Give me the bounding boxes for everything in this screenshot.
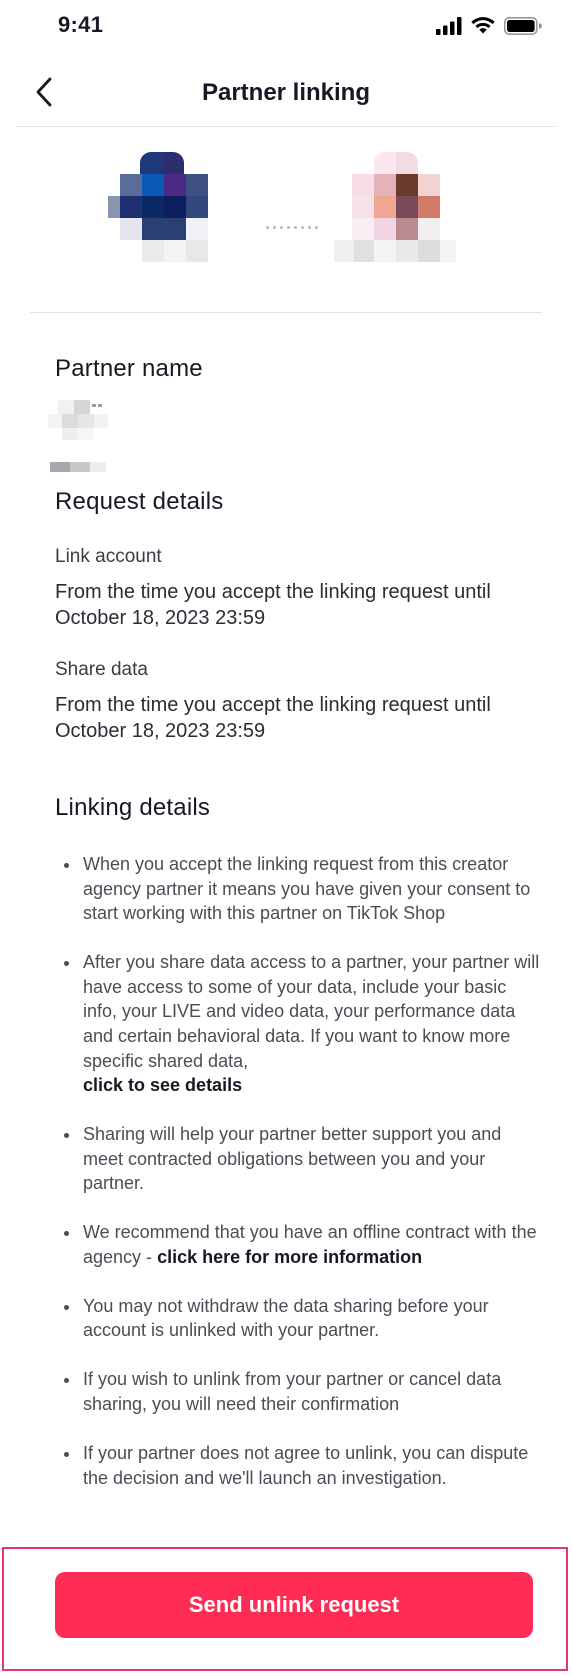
list-item: When you accept the linking request from… — [62, 852, 540, 926]
list-item: After you share data access to a partner… — [62, 950, 540, 1098]
share-data-text: From the time you accept the linking req… — [55, 694, 491, 742]
list-item: If your partner does not agree to unlink… — [62, 1441, 540, 1490]
battery-icon — [504, 16, 542, 35]
request-details-heading: Request details — [55, 488, 224, 515]
partner-avatar — [334, 152, 472, 262]
page-title: Partner linking — [201, 79, 371, 106]
status-icons — [436, 16, 542, 35]
share-data-label: Share data — [55, 659, 148, 680]
link-account-text: From the time you accept the linking req… — [55, 581, 491, 629]
partner-name-heading: Partner name — [55, 355, 203, 382]
list-item: You may not withdraw the data sharing be… — [62, 1294, 540, 1343]
status-time: 9:41 — [58, 12, 104, 37]
list-item: If you wish to unlink from your partner … — [62, 1367, 540, 1416]
linking-details-heading: Linking details — [55, 794, 211, 821]
list-item: Sharing will help your partner better su… — [62, 1122, 540, 1196]
see-details-link[interactable]: click to see details — [83, 1075, 242, 1095]
status-bar: 9:41 — [0, 0, 572, 52]
linking-details-list: When you accept the linking request from… — [62, 852, 540, 1515]
creator-avatar — [108, 152, 218, 262]
header-divider — [16, 126, 556, 127]
linked-accounts — [0, 140, 572, 290]
section-divider — [30, 312, 542, 313]
list-item: We recommend that you have an offline co… — [62, 1220, 540, 1269]
navigation-bar: Partner linking — [0, 62, 572, 126]
more-information-link[interactable]: click here for more information — [157, 1247, 422, 1267]
wifi-icon — [471, 17, 495, 34]
partner-name-redacted — [48, 400, 112, 460]
link-account-label: Link account — [55, 546, 162, 567]
send-unlink-request-button[interactable]: Send unlink request — [55, 1572, 533, 1638]
partner-id-redacted — [50, 462, 120, 474]
link-connector — [266, 216, 324, 229]
cellular-signal-icon — [436, 16, 462, 35]
